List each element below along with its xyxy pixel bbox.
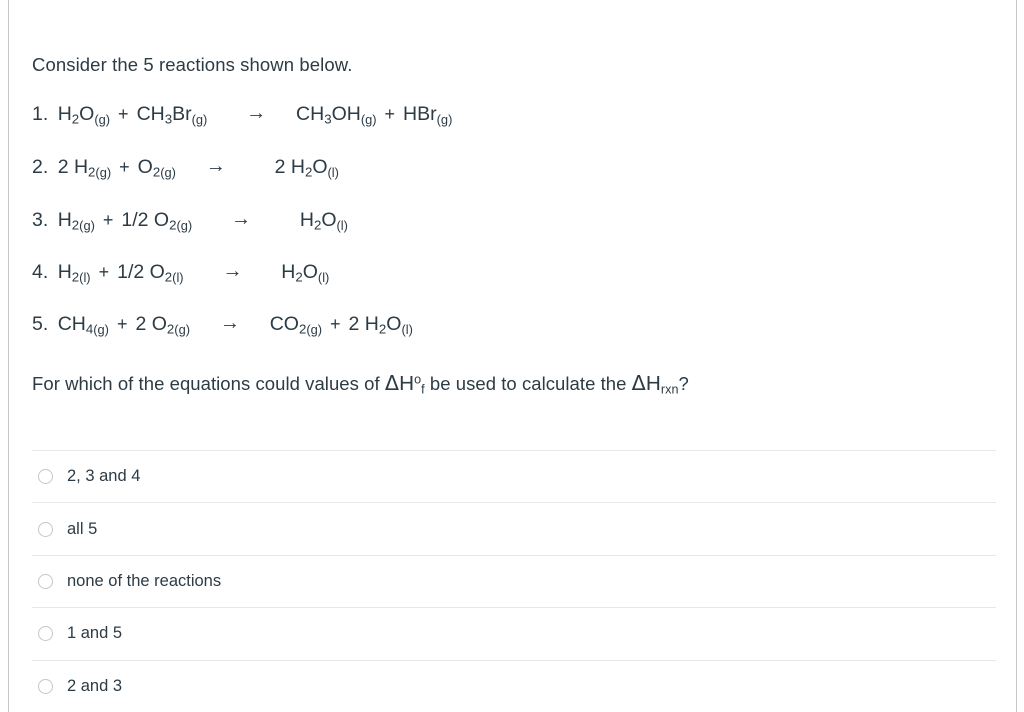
answer-option-label: none of the reactions	[67, 571, 222, 590]
answer-option-3[interactable]: none of the reactions	[32, 554, 996, 607]
reaction-number-2: 2.	[32, 156, 49, 178]
enthalpy-h-rxn: H	[645, 372, 661, 395]
intro-text: Consider the 5 reactions shown below.	[32, 54, 353, 75]
reaction-3-reactants: H2(g) +1/2 O2(g)	[57, 209, 193, 233]
reaction-number-3: 3.	[32, 209, 49, 231]
reaction-4-reactants: H2(l) +1/2 O2(l)	[57, 261, 184, 285]
reaction-1-products: CH3OH(g) + HBr(g)	[296, 103, 453, 127]
question-content: Consider the 5 reactions shown below. 1.…	[32, 0, 996, 712]
reaction-equation-1: 1. H2O(g) + CH3Br(g) → CH3OH(g) + HBr(g)	[32, 102, 453, 127]
radio-button-icon[interactable]	[38, 469, 53, 485]
answer-option-label: 2 and 3	[67, 676, 123, 695]
reaction-number-1: 1.	[32, 103, 49, 125]
reaction-number-5: 5.	[32, 313, 49, 335]
answer-options-list: 2, 3 and 4 all 5 none of the reactions 1…	[32, 450, 996, 712]
reaction-4-products: H2O(l)	[281, 261, 330, 285]
reaction-5-products: CO2(g) +2 H2O(l)	[269, 313, 413, 337]
reaction-arrow-4: →	[222, 260, 243, 282]
reaction-arrow-2: →	[205, 155, 226, 177]
reaction-number-4: 4.	[32, 261, 49, 283]
radio-button-icon[interactable]	[38, 626, 53, 642]
answer-option-5[interactable]: 2 and 3	[32, 659, 996, 712]
prompt-part-1: For which of the equations could values …	[32, 373, 385, 394]
reaction-arrow-1: →	[246, 102, 267, 124]
radio-button-icon[interactable]	[38, 573, 53, 589]
reaction-arrow-3: →	[231, 208, 252, 230]
page-frame-rule-right	[1016, 0, 1017, 712]
answer-option-label: 1 and 5	[67, 624, 123, 643]
reaction-1-reactants: H2O(g) + CH3Br(g)	[57, 103, 208, 127]
reaction-equation-4: 4. H2(l) +1/2 O2(l) → H2O(l)	[32, 260, 330, 285]
answer-option-1[interactable]: 2, 3 and 4	[32, 450, 996, 502]
page-frame-rule-left	[8, 0, 9, 712]
reaction-2-reactants: 2 H2(g) + O2(g)	[57, 156, 176, 180]
delta-symbol-rxn: Δ	[631, 371, 646, 395]
reaction-3-products: H2O(l)	[299, 209, 348, 233]
reaction-subscript: rxn	[660, 382, 679, 397]
answer-option-label: 2, 3 and 4	[67, 467, 141, 486]
prompt-part-3: ?	[678, 373, 689, 394]
reaction-equation-3: 3. H2(g) +1/2 O2(g) → H2O(l)	[32, 208, 348, 233]
radio-button-icon[interactable]	[38, 678, 53, 694]
delta-symbol-f: Δ	[384, 371, 400, 395]
answer-option-2[interactable]: all 5	[32, 502, 996, 554]
answer-option-label: all 5	[67, 519, 98, 538]
prompt-part-2: be used to calculate the	[424, 373, 632, 394]
reaction-arrow-5: →	[219, 312, 240, 334]
answer-option-4[interactable]: 1 and 5	[32, 607, 996, 659]
question-prompt: For which of the equations could values …	[32, 371, 689, 396]
reaction-equation-2: 2. 2 H2(g) + O2(g) → 2 H2O(l)	[32, 155, 339, 180]
radio-button-icon[interactable]	[38, 521, 53, 537]
reaction-5-reactants: CH4(g) +2 O2(g)	[57, 313, 190, 337]
reaction-2-products: 2 H2O(l)	[274, 156, 339, 180]
enthalpy-h-f: H	[399, 372, 415, 395]
reaction-equation-5: 5. CH4(g) +2 O2(g) → CO2(g) +2 H2O(l)	[32, 312, 413, 337]
